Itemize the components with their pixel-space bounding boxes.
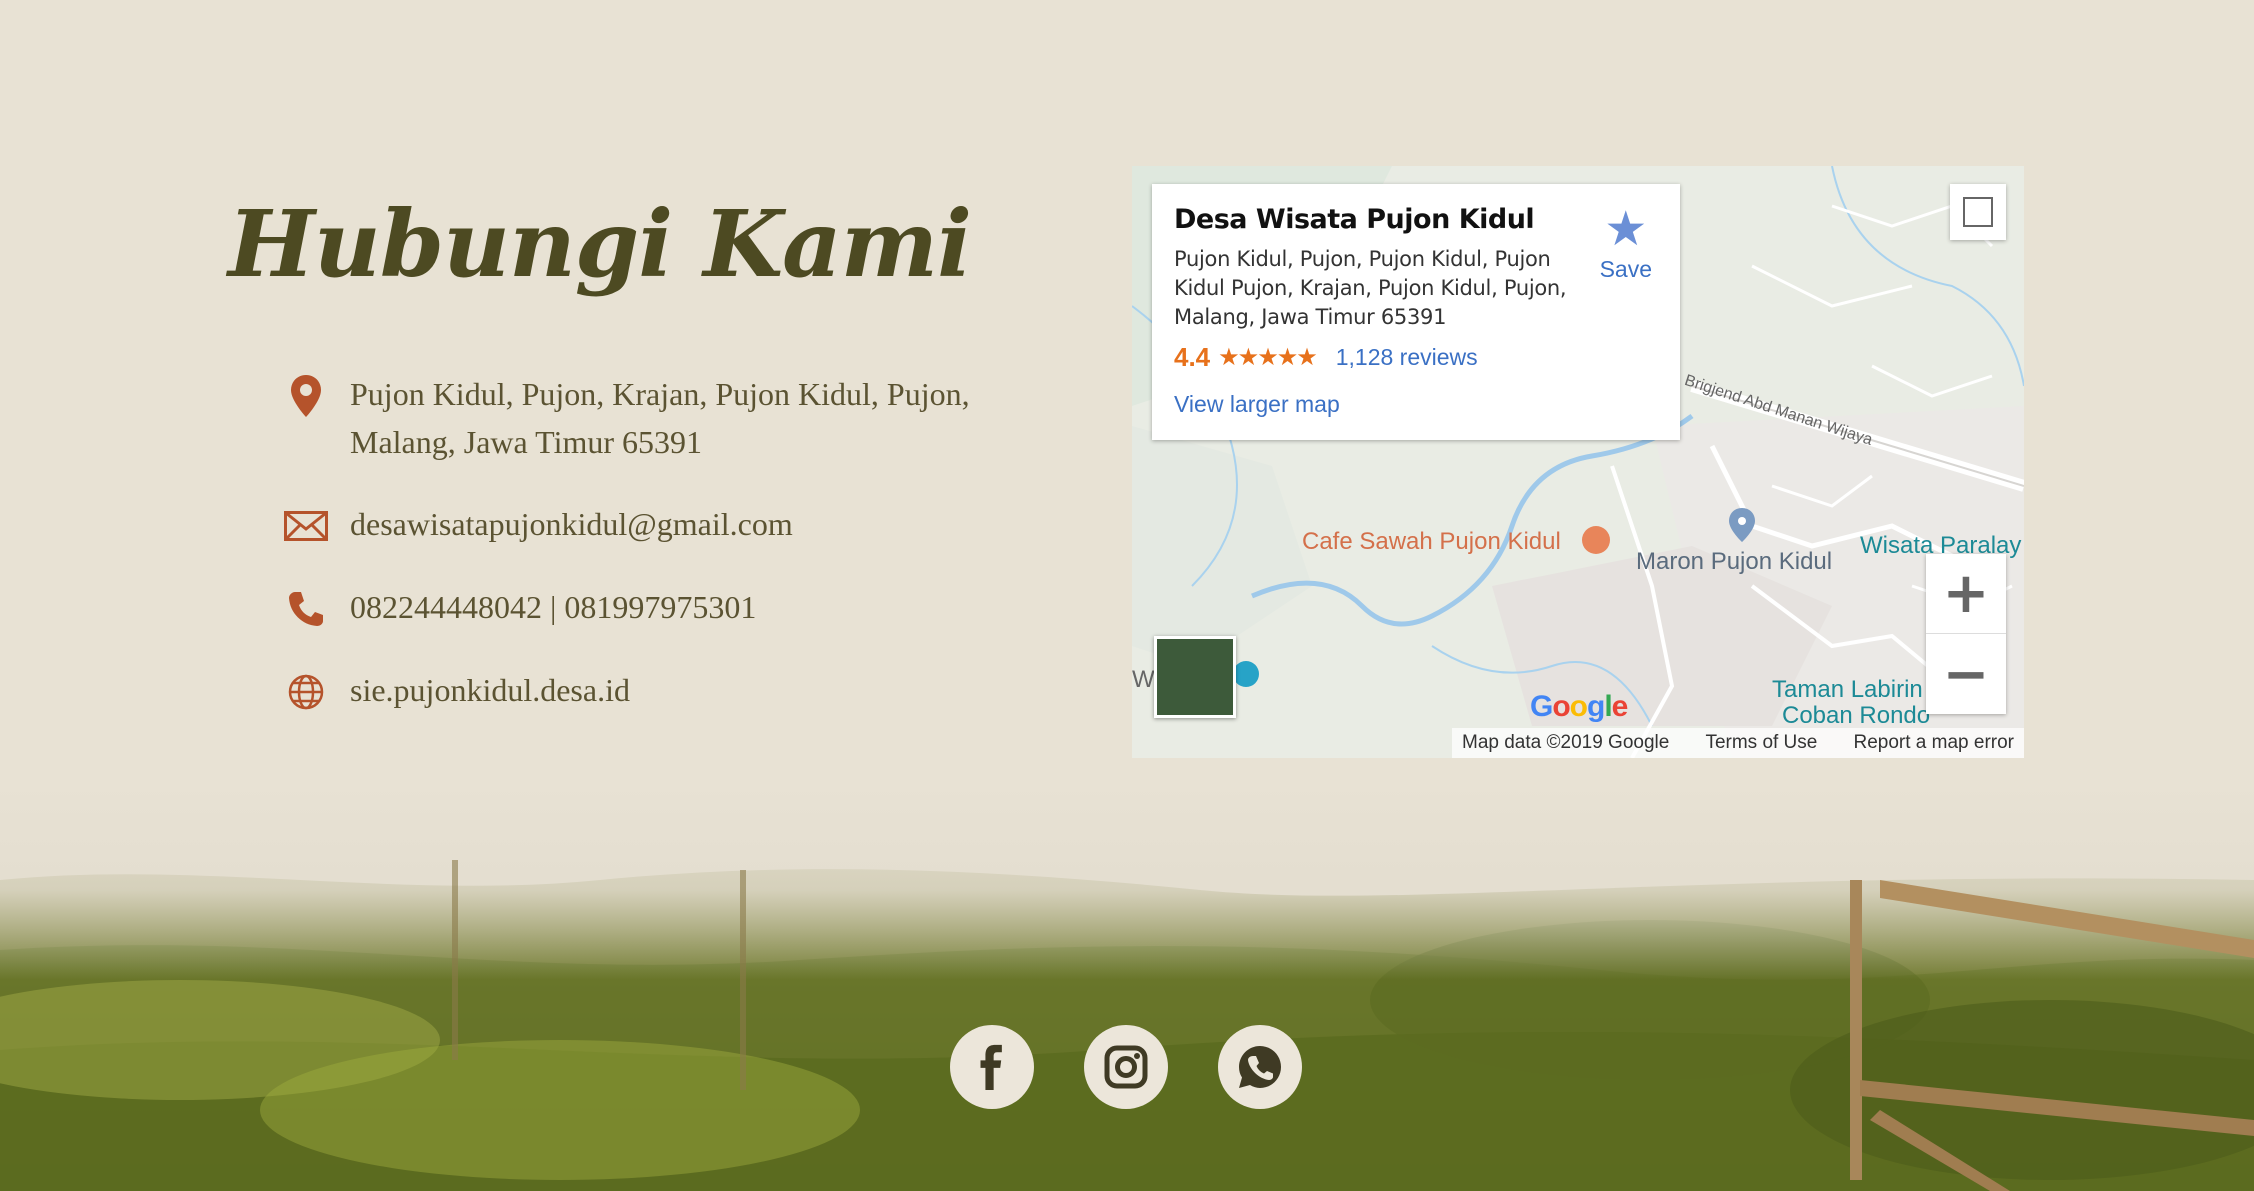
contact-address: Pujon Kidul, Pujon, Krajan, Pujon Kidul,… bbox=[280, 370, 990, 466]
address-text: Pujon Kidul, Pujon, Krajan, Pujon Kidul,… bbox=[350, 376, 970, 460]
zoom-out-button[interactable]: − bbox=[1926, 634, 2006, 714]
save-button[interactable]: ★ Save bbox=[1600, 204, 1652, 283]
place-name: Desa Wisata Pujon Kidul bbox=[1174, 204, 1535, 235]
globe-icon bbox=[280, 666, 332, 718]
terms-link[interactable]: Terms of Use bbox=[1705, 732, 1817, 754]
email-link[interactable]: desawisatapujonkidul@gmail.com bbox=[350, 500, 793, 548]
place-info-card: Desa Wisata Pujon Kidul Pujon Kidul, Puj… bbox=[1152, 184, 1680, 440]
phone-icon bbox=[280, 583, 332, 635]
page-title: Hubungi Kami bbox=[228, 190, 972, 298]
facebook-icon bbox=[980, 1044, 1002, 1090]
view-larger-map-link[interactable]: View larger map bbox=[1174, 391, 1658, 418]
website-link[interactable]: sie.pujonkidul.desa.id bbox=[350, 666, 630, 714]
fullscreen-icon bbox=[1963, 197, 1993, 227]
satellite-view-toggle[interactable] bbox=[1154, 636, 1236, 718]
whatsapp-icon bbox=[1239, 1046, 1281, 1088]
rating-stars-icon: ★★★★★ bbox=[1218, 344, 1318, 371]
map-pin-icon bbox=[280, 370, 332, 422]
instagram-icon bbox=[1104, 1045, 1148, 1089]
zoom-in-button[interactable]: + bbox=[1926, 554, 2006, 634]
whatsapp-button[interactable] bbox=[1218, 1025, 1302, 1109]
google-logo: Google bbox=[1530, 690, 1628, 723]
report-error-link[interactable]: Report a map error bbox=[1853, 732, 2014, 754]
map-attribution-bar: Map data ©2019 Google Terms of Use Repor… bbox=[1452, 728, 2024, 758]
map-label-coban[interactable]: Coban Rondo bbox=[1782, 702, 1930, 730]
reviews-link[interactable]: 1,128 reviews bbox=[1336, 344, 1478, 371]
place-address: Pujon Kidul, Pujon, Pujon Kidul, Pujon K… bbox=[1174, 247, 1567, 329]
fullscreen-button[interactable] bbox=[1950, 184, 2006, 240]
facebook-button[interactable] bbox=[950, 1025, 1034, 1109]
star-icon: ★ bbox=[1604, 203, 1648, 256]
embedded-map[interactable]: Cafe Sawah Pujon Kidul Maron Pujon Kidul… bbox=[1132, 166, 2024, 758]
zoom-controls: + − bbox=[1926, 554, 2006, 714]
envelope-icon bbox=[280, 500, 332, 552]
contact-phone[interactable]: 082244448042 | 081997975301 bbox=[280, 583, 756, 635]
save-label: Save bbox=[1599, 256, 1652, 282]
map-label-cafe[interactable]: Cafe Sawah Pujon Kidul bbox=[1302, 528, 1561, 556]
phone-text[interactable]: 082244448042 | 081997975301 bbox=[350, 583, 756, 631]
map-data-text: Map data ©2019 Google bbox=[1462, 732, 1670, 753]
rating-row: 4.4 ★★★★★ 1,128 reviews bbox=[1174, 342, 1658, 373]
map-label-maron[interactable]: Maron Pujon Kidul bbox=[1636, 548, 1832, 576]
instagram-button[interactable] bbox=[1084, 1025, 1168, 1109]
contact-email[interactable]: desawisatapujonkidul@gmail.com bbox=[280, 500, 793, 552]
rating-value: 4.4 bbox=[1174, 342, 1211, 372]
map-label-taman[interactable]: Taman Labirin bbox=[1772, 676, 1923, 704]
contact-website[interactable]: sie.pujonkidul.desa.id bbox=[280, 666, 630, 718]
